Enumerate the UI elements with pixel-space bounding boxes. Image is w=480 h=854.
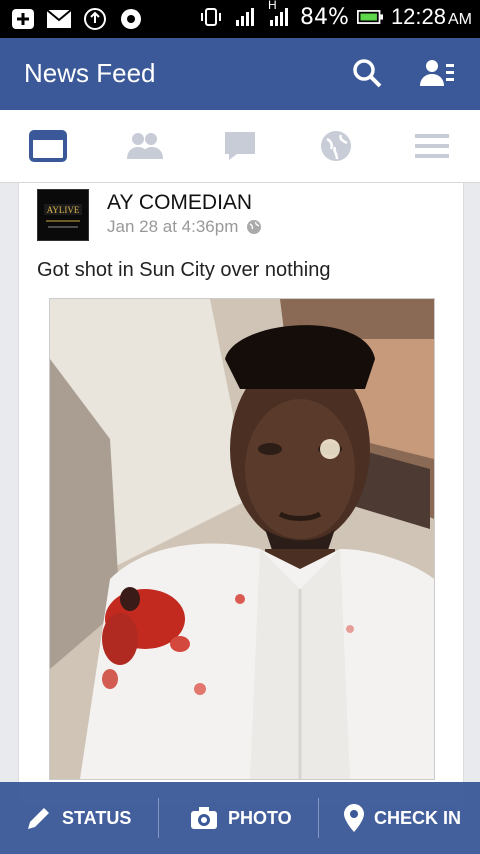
page-title: News Feed bbox=[24, 58, 156, 88]
checkin-button[interactable]: CHECK IN bbox=[344, 782, 461, 854]
status-bar: H 84% 12:28 AM bbox=[0, 0, 480, 38]
search-icon[interactable] bbox=[352, 58, 384, 90]
battery-percent: 84% bbox=[300, 4, 349, 30]
signal-icon bbox=[232, 4, 258, 30]
status-button-label: STATUS bbox=[62, 807, 132, 828]
signal-h-icon: H bbox=[266, 0, 292, 30]
clock-time: 12:28 bbox=[390, 4, 446, 29]
sync-icon bbox=[82, 6, 108, 32]
friend-requests-icon[interactable] bbox=[420, 58, 454, 90]
post-photo[interactable] bbox=[49, 298, 435, 780]
tab-news-feed[interactable] bbox=[28, 128, 68, 164]
post-text: Got shot in Sun City over nothing bbox=[37, 259, 331, 281]
news-feed-icon bbox=[29, 130, 67, 162]
public-globe-icon bbox=[247, 220, 262, 234]
composer-action-bar: STATUS PHOTO CHECK IN bbox=[0, 782, 480, 854]
post-meta: Jan 28 at 4:36pm bbox=[107, 217, 262, 237]
network-type-label: H bbox=[268, 0, 277, 12]
clock: 12:28 AM bbox=[391, 4, 472, 30]
tab-bar bbox=[0, 110, 480, 183]
clock-ampm: AM bbox=[448, 11, 472, 28]
photo-button[interactable]: PHOTO bbox=[190, 782, 292, 854]
camera-icon bbox=[191, 807, 217, 829]
tab-notifications[interactable] bbox=[316, 128, 356, 164]
avatar-logo-text: AYLIVE bbox=[47, 205, 80, 215]
pencil-icon bbox=[28, 808, 49, 829]
add-notification-icon bbox=[10, 6, 36, 32]
chrome-icon bbox=[118, 6, 144, 32]
action-divider bbox=[158, 798, 159, 838]
tab-friends[interactable] bbox=[124, 128, 164, 164]
photo-button-label: PHOTO bbox=[228, 807, 292, 828]
menu-icon bbox=[415, 134, 449, 158]
tab-messages[interactable] bbox=[220, 128, 260, 164]
messages-icon bbox=[225, 132, 255, 160]
action-divider bbox=[318, 798, 319, 838]
app-header: News Feed bbox=[0, 38, 480, 110]
post-timestamp[interactable]: Jan 28 at 4:36pm bbox=[107, 217, 238, 237]
battery-icon bbox=[356, 4, 383, 30]
avatar[interactable]: AYLIVE bbox=[37, 189, 89, 241]
checkin-button-label: CHECK IN bbox=[374, 807, 462, 828]
tab-menu[interactable] bbox=[412, 128, 452, 164]
mail-icon bbox=[46, 6, 72, 32]
vibrate-icon bbox=[198, 4, 224, 30]
post-card: AYLIVE AY COMEDIAN Jan 28 at 4:36pm Got … bbox=[18, 183, 464, 803]
photo-content bbox=[50, 299, 434, 779]
status-button[interactable]: STATUS bbox=[26, 782, 131, 854]
friends-icon bbox=[127, 133, 163, 159]
post-author[interactable]: AY COMEDIAN bbox=[107, 191, 252, 215]
globe-icon bbox=[321, 131, 351, 161]
location-pin-icon bbox=[344, 804, 364, 832]
